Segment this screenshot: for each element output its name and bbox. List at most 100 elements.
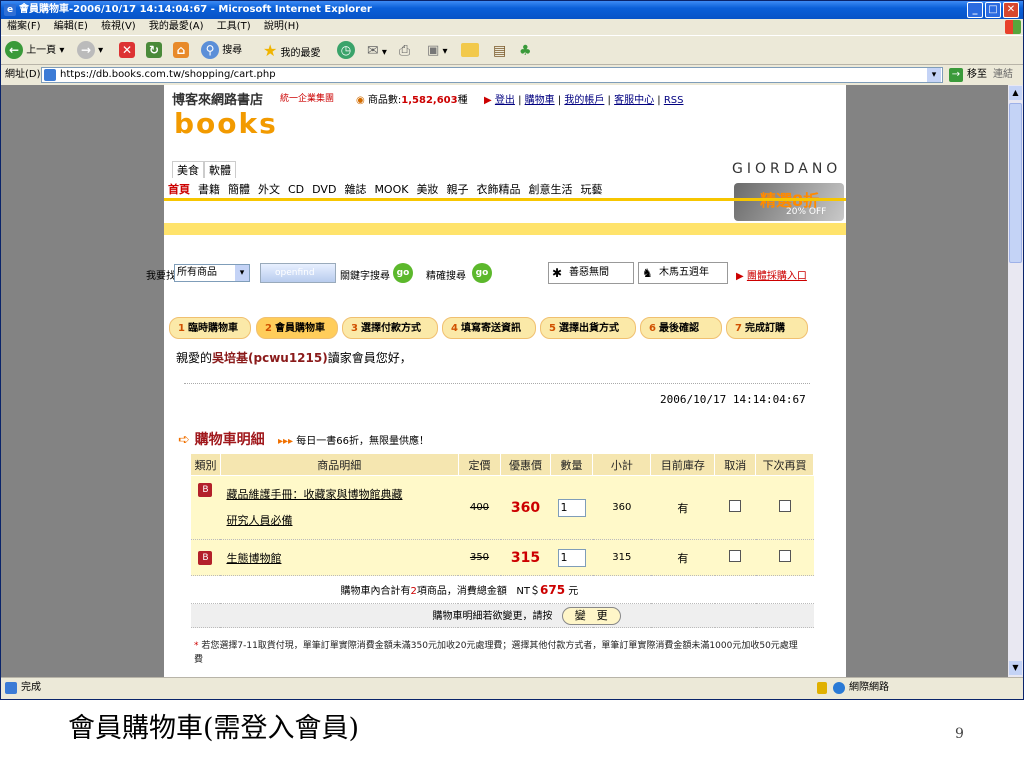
precise-search-label[interactable]: 精確搜尋	[426, 267, 466, 282]
product-link[interactable]: 藏品維護手冊：收藏家與博物館典藏	[226, 488, 402, 501]
summary-mid: 項商品，消費總金額	[416, 586, 507, 597]
step-num: 5	[549, 323, 556, 334]
tab-books[interactable]: 書籍	[194, 181, 224, 197]
col-stock: 目前庫存	[650, 453, 716, 476]
research-button[interactable]: ▤	[493, 41, 506, 61]
col-category: 類別	[190, 453, 221, 476]
back-label: 上一頁	[26, 45, 57, 56]
summary-unit: 元	[568, 586, 579, 597]
step-label: 會員購物車	[274, 323, 325, 334]
close-button[interactable]: ✕	[1003, 2, 1019, 18]
menu-view[interactable]: 檢視(V)	[101, 21, 136, 32]
brand-name[interactable]: 博客來網路書店	[172, 89, 263, 108]
messenger-button[interactable]: ♣	[519, 41, 532, 61]
tab-kids[interactable]: 親子	[442, 181, 472, 197]
tab-dvd[interactable]: DVD	[308, 183, 340, 196]
quantity-input[interactable]: 1	[557, 548, 586, 567]
forward-button[interactable]: → ▾	[77, 41, 103, 61]
brand-sub: 統一企業集團	[280, 94, 335, 104]
go-button[interactable]: 移至	[967, 65, 987, 85]
precise-go-button[interactable]: go	[472, 263, 492, 283]
cart-link[interactable]: 購物車	[525, 95, 555, 106]
change-button[interactable]: 變 更	[561, 606, 621, 625]
tab-home[interactable]: 首頁	[164, 181, 194, 197]
books-logo[interactable]: books	[174, 107, 278, 140]
menu-favorites[interactable]: 我的最愛(A)	[149, 21, 204, 32]
step-num: 6	[649, 323, 656, 334]
menu-edit[interactable]: 編輯(E)	[54, 21, 88, 32]
greeting: 親愛的吳培基(pcwu1215)讀家會員您好，	[176, 349, 412, 366]
go-arrow-icon[interactable]: →	[949, 68, 963, 82]
giordano-ad-brand[interactable]: GIORDANO	[732, 161, 841, 177]
timestamp: 2006/10/17 14:14:04:67	[660, 393, 806, 406]
tab-fashion[interactable]: 衣飾精品	[472, 181, 524, 197]
search-button[interactable]: ⚲ 搜尋	[201, 41, 242, 61]
tab-creative[interactable]: 創意生活	[524, 181, 576, 197]
vertical-scrollbar[interactable]: ▲ ▼	[1008, 85, 1023, 677]
keyword-search-button[interactable]: 關鍵字搜尋	[340, 267, 390, 282]
tab-magazine[interactable]: 雜誌	[340, 181, 370, 197]
scroll-down-icon[interactable]: ▼	[1009, 661, 1022, 675]
address-input[interactable]: https://db.books.com.tw/shopping/cart.ph…	[41, 67, 943, 83]
rss-link[interactable]: RSS	[664, 95, 684, 106]
quantity-input[interactable]: 1	[557, 498, 586, 517]
tab-mook[interactable]: MOOK	[370, 183, 412, 196]
folder-icon	[461, 43, 479, 57]
top-links: ▶ 登出 | 購物車 | 我的帳戶 | 客服中心 | RSS	[484, 95, 684, 106]
cancel-checkbox[interactable]	[729, 550, 742, 562]
scroll-up-icon[interactable]: ▲	[1009, 86, 1022, 100]
tab-foreign[interactable]: 外文	[254, 181, 284, 197]
search-label: 我要找	[146, 271, 176, 282]
col-item: 商品明細	[219, 453, 459, 476]
cancel-checkbox[interactable]	[729, 500, 742, 512]
menu-file[interactable]: 檔案(F)	[7, 21, 41, 32]
stock-status: 有	[650, 539, 715, 576]
menu-help[interactable]: 說明(H)	[264, 21, 299, 32]
buy-later-checkbox[interactable]	[778, 550, 791, 562]
stop-button[interactable]: ✕	[119, 41, 135, 61]
edit-button[interactable]: ▣ ▾	[427, 41, 448, 61]
tab-software[interactable]: 軟體	[204, 161, 236, 178]
service-link[interactable]: 客服中心	[614, 95, 654, 106]
banner-trojan[interactable]: ♞ 木馬五週年	[638, 262, 728, 284]
logout-link[interactable]: 登出	[495, 95, 515, 106]
menu-tools[interactable]: 工具(T)	[217, 21, 251, 32]
globe-icon	[833, 682, 845, 694]
cart-table: 類別 商品明細 定價 優惠價 數量 小計 目前庫存 取消 下次再買 B 藏品維護…	[190, 453, 814, 628]
print-button[interactable]: ⎙	[399, 41, 410, 61]
book-icon: B	[198, 483, 213, 497]
mail-button[interactable]: ✉ ▾	[367, 41, 387, 61]
tab-food[interactable]: 美食	[172, 161, 204, 178]
minimize-button[interactable]: _	[967, 2, 983, 18]
history-button[interactable]: ◷	[337, 41, 355, 61]
home-button[interactable]: ⌂	[173, 41, 189, 61]
account-link[interactable]: 我的帳戶	[564, 95, 604, 106]
maximize-button[interactable]: □	[985, 2, 1001, 18]
address-dropdown-icon[interactable]: ▾	[927, 68, 941, 82]
banner-movie[interactable]: ✱ 善惡無間	[548, 262, 634, 284]
search-scope-select[interactable]: 所有商品 ▾	[174, 264, 250, 282]
ad-sub: 20% OFF	[786, 207, 827, 217]
favorites-button[interactable]: ★ 我的最愛	[263, 41, 321, 61]
change-text: 購物車明細若欲變更，請按	[432, 610, 553, 622]
group-buy-link[interactable]: ▶ 團體採購入口	[736, 267, 807, 282]
star-icon: ★	[263, 41, 278, 60]
search-go-button[interactable]: go	[393, 263, 413, 283]
links-label[interactable]: 連結	[993, 65, 1013, 85]
step-num: 7	[735, 323, 742, 334]
tab-cd[interactable]: CD	[284, 183, 308, 196]
product-link[interactable]: 生態博物館	[226, 552, 281, 565]
folder-button[interactable]	[461, 41, 479, 61]
refresh-button[interactable]: ↻	[146, 41, 162, 61]
back-button[interactable]: ← 上一頁 ▾	[5, 41, 64, 61]
tab-beauty[interactable]: 美妝	[412, 181, 442, 197]
tab-simplified[interactable]: 簡體	[224, 181, 254, 197]
scroll-thumb[interactable]	[1009, 103, 1022, 263]
step-label: 完成訂購	[744, 323, 785, 334]
lock-icon	[817, 682, 827, 694]
product-link-line2[interactable]: 研究人員必備	[226, 514, 292, 527]
favorites-label: 我的最愛	[280, 48, 321, 59]
tab-toys[interactable]: 玩藝	[576, 181, 606, 197]
group-buy-text: 團體採購入口	[746, 271, 807, 282]
buy-later-checkbox[interactable]	[778, 500, 791, 512]
